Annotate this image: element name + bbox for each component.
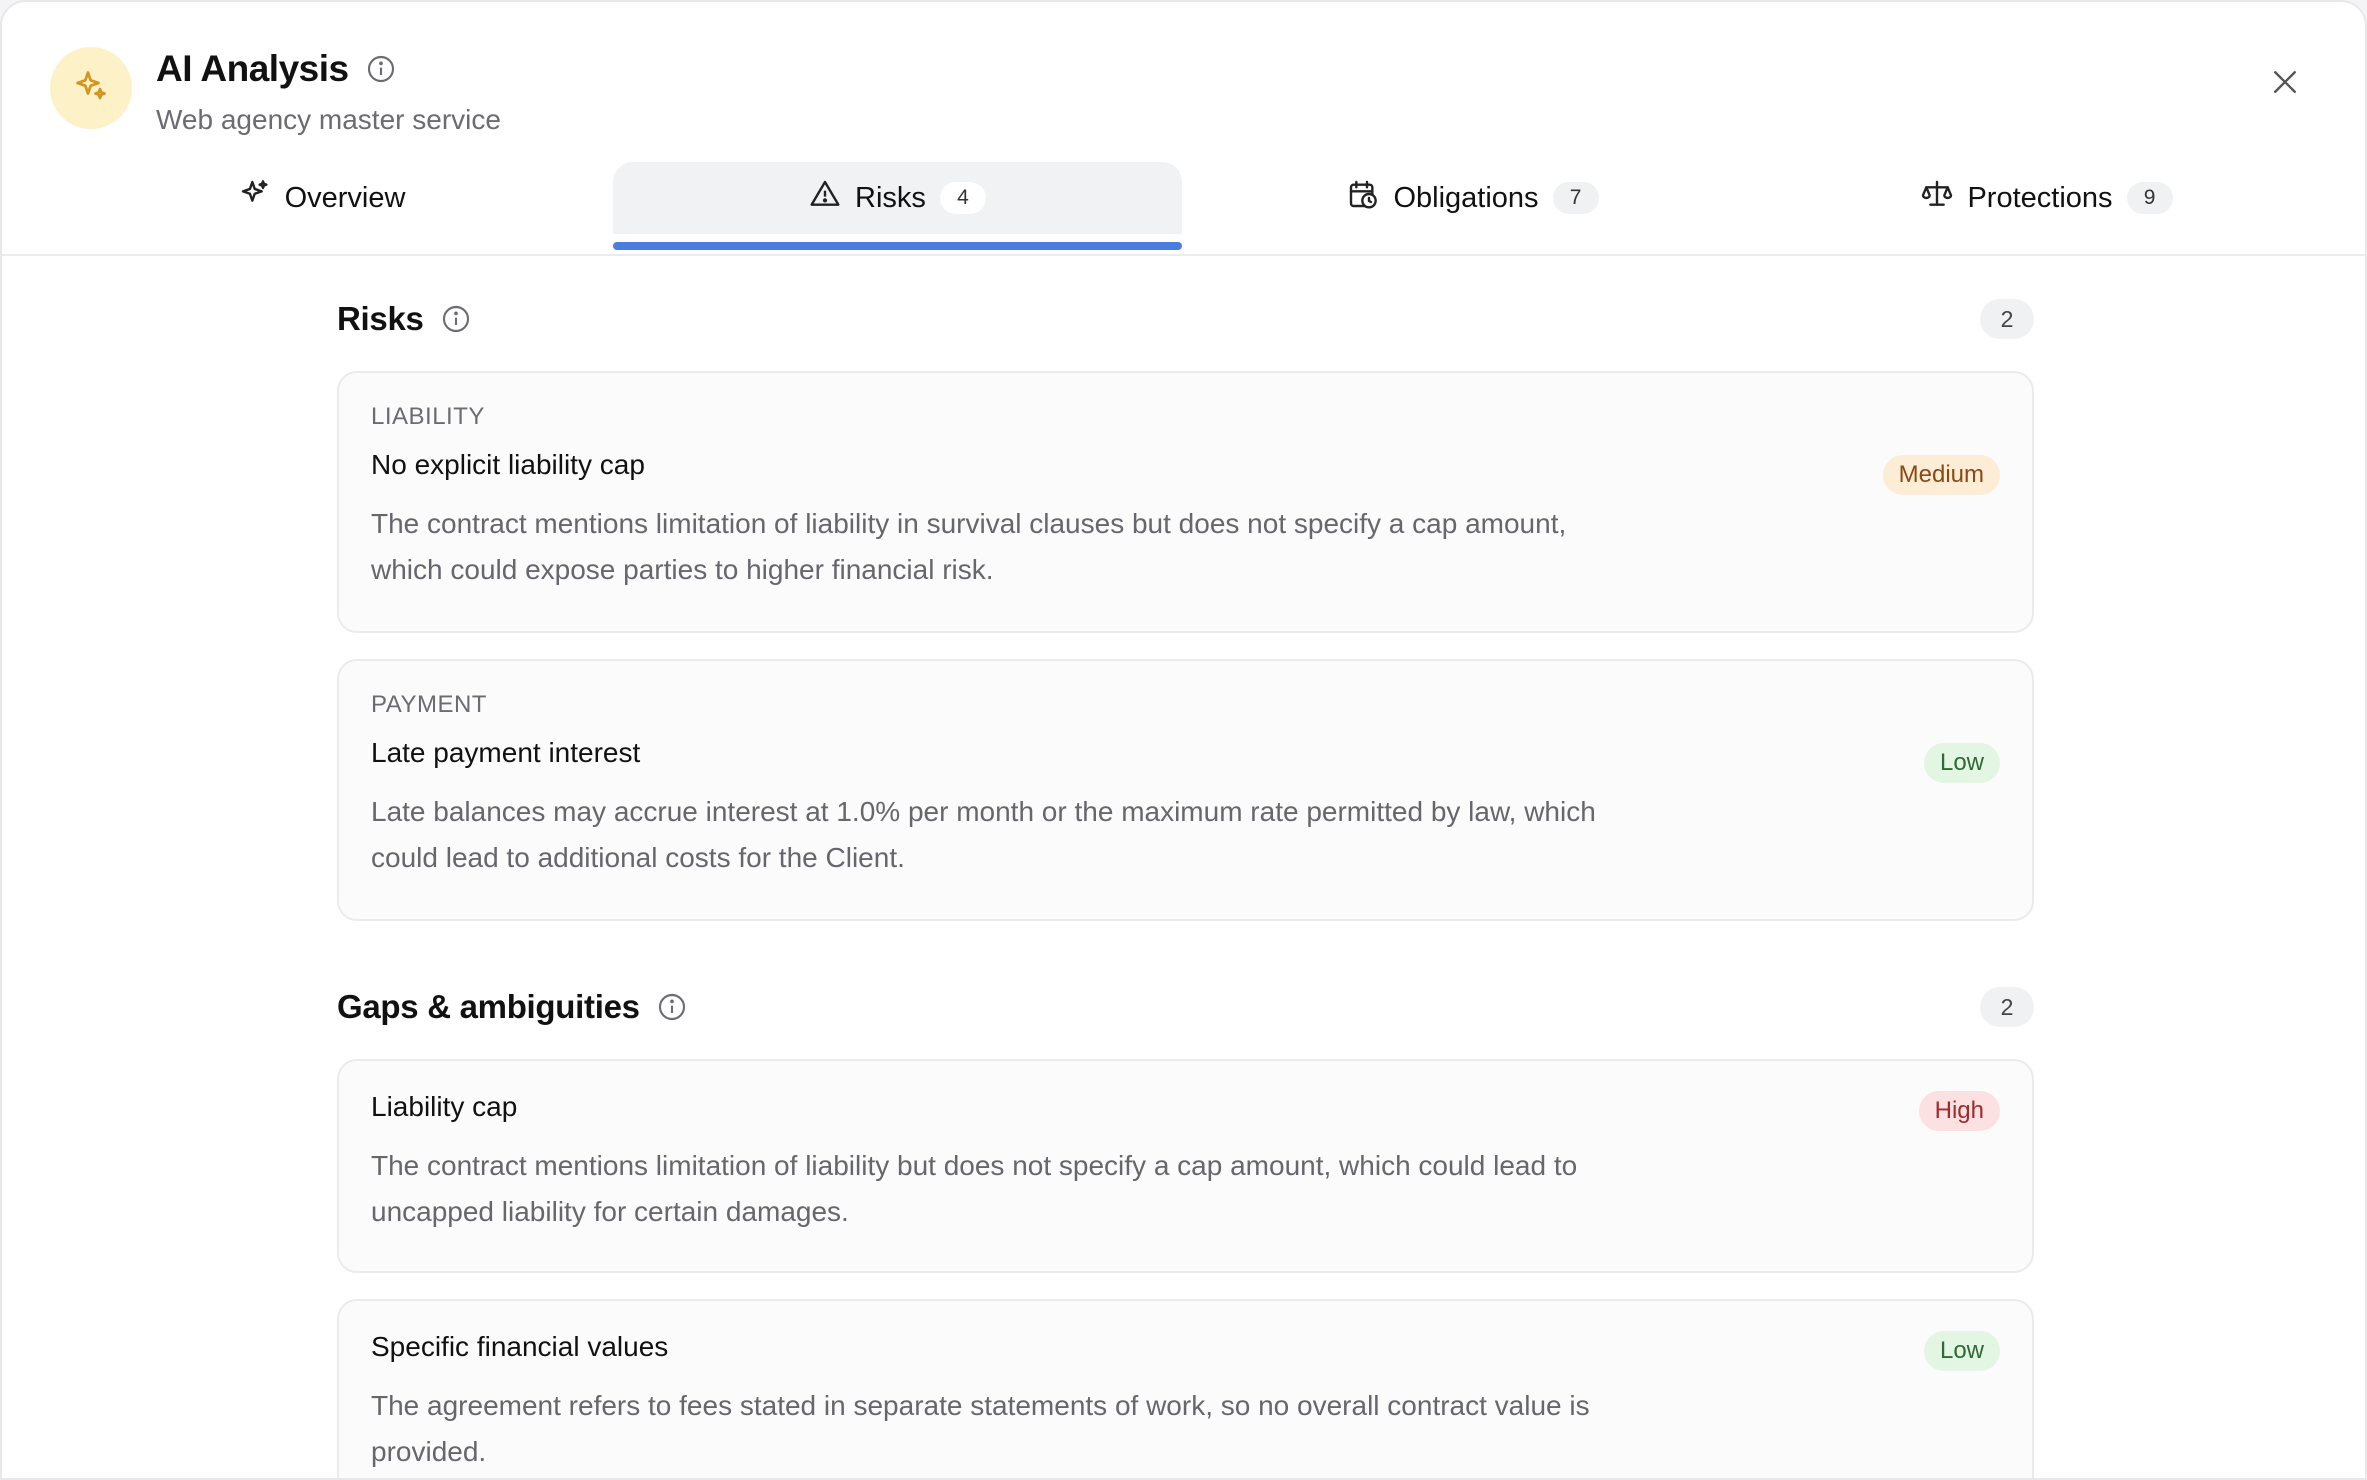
gap-title: Liability cap <box>371 1091 518 1122</box>
close-icon <box>2272 69 2298 100</box>
tab-risks[interactable]: Risks 4 <box>613 162 1182 250</box>
tab-label: Protections <box>1967 181 2113 214</box>
gap-card: Specific financial values Low The agreem… <box>337 1299 2034 1478</box>
ai-analysis-dialog: AI Analysis Web agency master service Ov… <box>0 0 2367 1480</box>
risk-category: PAYMENT <box>371 691 487 718</box>
section-count-badge: 2 <box>1980 299 2034 339</box>
sparkle-icon <box>73 68 109 109</box>
tab-count-badge: 4 <box>939 182 986 214</box>
dialog-header: AI Analysis Web agency master service <box>2 2 2365 162</box>
section-title: Gaps & ambiguities <box>337 988 640 1025</box>
info-icon[interactable] <box>365 53 397 85</box>
tab-label: Risks <box>855 181 926 214</box>
risk-card: PAYMENT Late payment interest Low Late b… <box>337 659 2034 921</box>
severity-badge: Low <box>1923 1331 2000 1371</box>
tab-count-badge: 7 <box>1552 182 1599 214</box>
gap-description: The contract mentions limitation of liab… <box>371 1150 1578 1227</box>
gap-description: The agreement refers to fees stated in s… <box>371 1390 1590 1467</box>
tab-protections[interactable]: Protections 9 <box>1862 162 2232 234</box>
section-title: Risks <box>337 300 424 337</box>
active-tab-indicator <box>613 242 1182 250</box>
scales-icon <box>1921 178 1953 218</box>
ai-avatar <box>50 47 132 129</box>
info-icon[interactable] <box>440 303 472 335</box>
sparkle-icon <box>239 178 271 218</box>
severity-badge: Medium <box>1882 455 2000 495</box>
risk-card: LIABILITY No explicit liability cap Medi… <box>337 371 2034 633</box>
dialog-subtitle: Web agency master service <box>156 104 501 135</box>
tab-label: Overview <box>284 181 406 214</box>
risk-category: LIABILITY <box>371 403 485 430</box>
risk-title: Late payment interest <box>371 737 641 768</box>
info-icon[interactable] <box>656 991 688 1023</box>
gap-card: Liability cap High The contract mentions… <box>337 1059 2034 1273</box>
risk-description: Late balances may accrue interest at 1.0… <box>371 796 1596 873</box>
calendar-clock-icon <box>1347 178 1379 218</box>
tab-overview[interactable]: Overview <box>137 162 507 234</box>
tab-content: Risks 2 LIABILITY No explicit liability … <box>337 254 2034 1478</box>
warning-triangle-icon <box>809 178 841 218</box>
gaps-section-header: Gaps & ambiguities 2 <box>337 977 2034 1037</box>
risk-title: No explicit liability cap <box>371 449 645 480</box>
tab-bar: Overview Risks 4 Obligations 7 Protectio… <box>2 162 2365 256</box>
risks-section-header: Risks 2 <box>337 289 2034 349</box>
section-count-badge: 2 <box>1980 987 2034 1027</box>
tab-count-badge: 9 <box>2126 182 2173 214</box>
tab-obligations[interactable]: Obligations 7 <box>1288 162 1658 234</box>
close-button[interactable] <box>2265 64 2305 104</box>
gap-title: Specific financial values <box>371 1331 669 1362</box>
severity-badge: High <box>1918 1091 2000 1131</box>
risk-description: The contract mentions limitation of liab… <box>371 508 1567 585</box>
tab-label: Obligations <box>1393 181 1539 214</box>
dialog-title: AI Analysis <box>156 48 349 89</box>
severity-badge: Low <box>1923 743 2000 783</box>
